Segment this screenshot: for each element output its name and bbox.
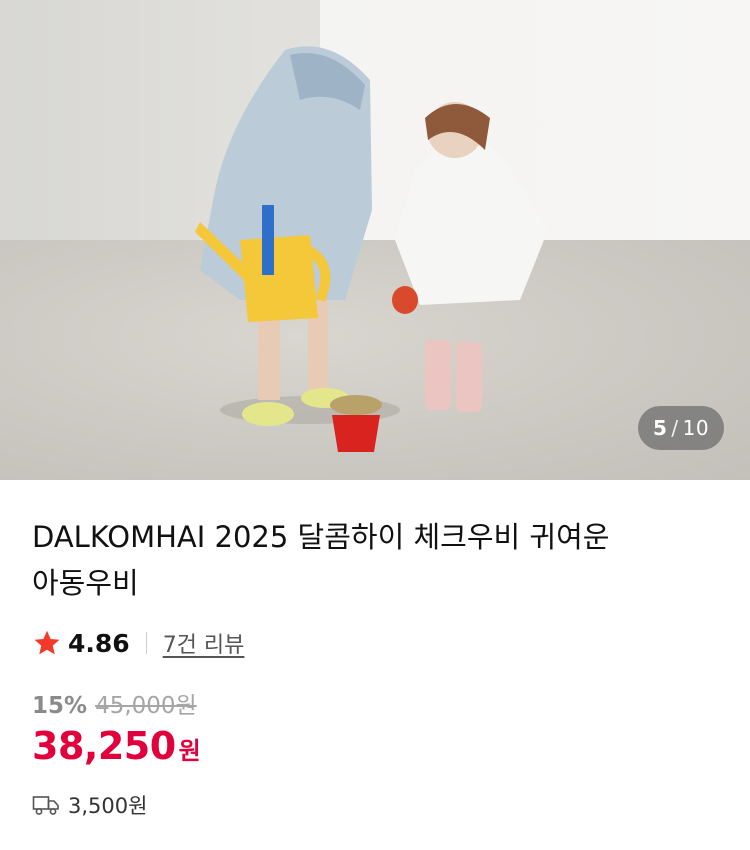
product-title-line1: DALKOMHAI 2025 달콤하이 체크우비 귀여운: [32, 520, 610, 554]
price-row: 38,250 원: [32, 724, 201, 768]
product-title: DALKOMHAI 2025 달콤하이 체크우비 귀여운 아동우비: [32, 514, 722, 606]
discount-row: 15% 45,000원: [32, 686, 197, 720]
image-counter-separator: /: [671, 416, 679, 440]
shipping-fee: 3,500원: [68, 794, 148, 818]
rating-row: 4.86 7건 리뷰: [32, 626, 244, 660]
product-title-line2: 아동우비: [32, 566, 139, 600]
discount-rate: 15%: [32, 693, 88, 719]
shipping-row: 3,500원: [32, 790, 147, 820]
product-image-gallery[interactable]: 5 / 10: [0, 0, 750, 480]
truck-icon: [32, 796, 59, 815]
rating-value: 4.86: [68, 628, 130, 658]
currency-unit: 원: [178, 737, 201, 765]
image-counter-total: 10: [682, 416, 710, 440]
image-counter-current: 5: [652, 416, 668, 440]
rating-divider: [145, 632, 147, 654]
sale-price: 38,250: [32, 724, 176, 768]
review-count-link[interactable]: 7건 리뷰: [163, 627, 245, 659]
image-counter-badge: 5 / 10: [638, 406, 724, 450]
original-price: 45,000원: [95, 693, 197, 719]
product-photo: [195, 46, 548, 452]
star-icon: [34, 630, 60, 655]
